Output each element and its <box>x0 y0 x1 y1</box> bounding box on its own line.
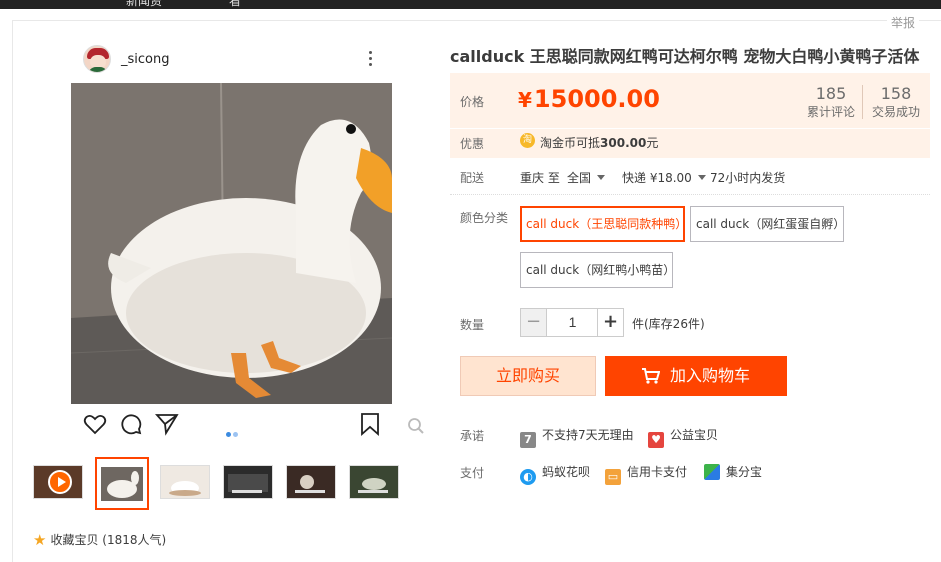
sales-stat: 158 交易成功 <box>871 84 920 120</box>
favorite-count: (1818人气) <box>102 533 167 547</box>
play-icon <box>48 470 72 494</box>
top-nav-item[interactable]: 新闻资 <box>126 0 162 9</box>
promo-text: 淘金币可抵300.00元 <box>540 136 659 150</box>
chevron-down-icon <box>597 175 606 180</box>
quantity-input[interactable] <box>548 309 597 336</box>
huabei-icon: ◐ <box>520 469 536 485</box>
promise-label: 承诺 <box>460 429 485 443</box>
favorite-label: 收藏宝贝 <box>50 533 99 547</box>
sku-option[interactable]: call duck（网红蛋蛋自孵） <box>690 206 845 242</box>
thumbnail-strip <box>33 457 413 510</box>
favorite-link[interactable]: ★ 收藏宝贝 (1818人气) <box>33 531 166 549</box>
add-to-cart-label: 加入购物车 <box>669 366 750 385</box>
payment-credit-card[interactable]: ▭ 信用卡支付 <box>605 463 687 485</box>
avatar[interactable] <box>83 45 111 73</box>
comment-icon[interactable] <box>119 412 143 436</box>
charity-heart-icon: ♥ <box>648 432 664 448</box>
thumbnail-item[interactable] <box>223 465 273 499</box>
credit-card-icon: ▭ <box>605 469 621 485</box>
more-options-icon[interactable] <box>369 51 373 67</box>
report-link[interactable]: 举报 <box>886 14 919 31</box>
quantity-stepper: − + <box>520 308 624 337</box>
post-actions <box>80 412 430 440</box>
sku-label: 颜色分类 <box>460 211 509 225</box>
bookmark-icon[interactable] <box>359 412 381 436</box>
payment-jifenbao[interactable]: 集分宝 <box>704 463 762 480</box>
buy-now-button[interactable]: 立即购买 <box>460 356 596 396</box>
payment-label: 支付 <box>460 466 485 480</box>
share-icon[interactable] <box>155 412 179 436</box>
reviews-stat[interactable]: 185 累计评论 <box>802 85 860 120</box>
jifenbao-icon <box>704 464 720 480</box>
carousel-dots <box>226 422 240 441</box>
no-return-promise[interactable]: 7 不支持7天无理由 <box>520 426 634 448</box>
promo-label: 优惠 <box>460 137 485 151</box>
quantity-plus-button[interactable]: + <box>597 309 623 336</box>
thumbnail-item[interactable] <box>349 465 399 499</box>
stock-text: 件(库存26件) <box>632 317 705 331</box>
shipping-row: 配送 重庆 至 全国 快递 ¥18.00 72小时内发货 <box>450 165 930 195</box>
post-username[interactable]: _sicong <box>121 52 169 67</box>
top-nav-bar: 新闻资 看 <box>0 0 941 9</box>
add-to-cart-button[interactable]: 加入购物车 <box>605 356 787 396</box>
sku-option-selected[interactable]: call duck（王思聪同款种鸭） <box>520 206 687 242</box>
star-icon: ★ <box>33 531 47 549</box>
thumbnail-video[interactable] <box>33 465 83 499</box>
price-label: 价格 <box>460 95 485 109</box>
sku-option[interactable]: call duck（网红鸭小鸭苗） <box>520 252 675 288</box>
ship-to-select[interactable]: 全国 <box>567 169 606 186</box>
ship-from: 重庆 至 <box>520 171 560 185</box>
top-nav-item[interactable]: 看 <box>229 0 241 9</box>
seven-day-icon: 7 <box>520 432 536 448</box>
zoom-icon[interactable] <box>407 417 425 435</box>
chevron-down-icon <box>697 175 706 180</box>
express-select[interactable]: 快递 ¥18.00 <box>622 169 706 186</box>
thumbnail-item[interactable] <box>95 457 149 510</box>
quantity-label: 数量 <box>460 318 485 332</box>
charity-promise[interactable]: ♥ 公益宝贝 <box>648 426 718 448</box>
shipping-label: 配送 <box>460 171 485 185</box>
payment-huabei[interactable]: ◐ 蚂蚁花呗 <box>520 463 590 485</box>
main-product-image[interactable] <box>71 83 392 404</box>
thumbnail-item[interactable] <box>160 465 210 499</box>
price-value: ¥15000.00 <box>518 85 660 113</box>
post-header: _sicong <box>83 45 393 75</box>
product-title: callduck 王思聪同款网红鸭可达柯尔鸭 宠物大白鸭小黄鸭子活体 <box>450 47 920 66</box>
cart-icon <box>641 368 660 384</box>
dispatch-time: 72小时内发货 <box>710 171 786 185</box>
taobao-coin-icon: 淘 <box>520 133 535 148</box>
price-panel: 价格 ¥15000.00 185 累计评论 158 交易成功 优惠 淘 淘金币可抵3… <box>450 73 930 158</box>
thumbnail-item[interactable] <box>286 465 336 499</box>
heart-icon[interactable] <box>83 412 107 436</box>
quantity-minus-button[interactable]: − <box>521 309 547 336</box>
